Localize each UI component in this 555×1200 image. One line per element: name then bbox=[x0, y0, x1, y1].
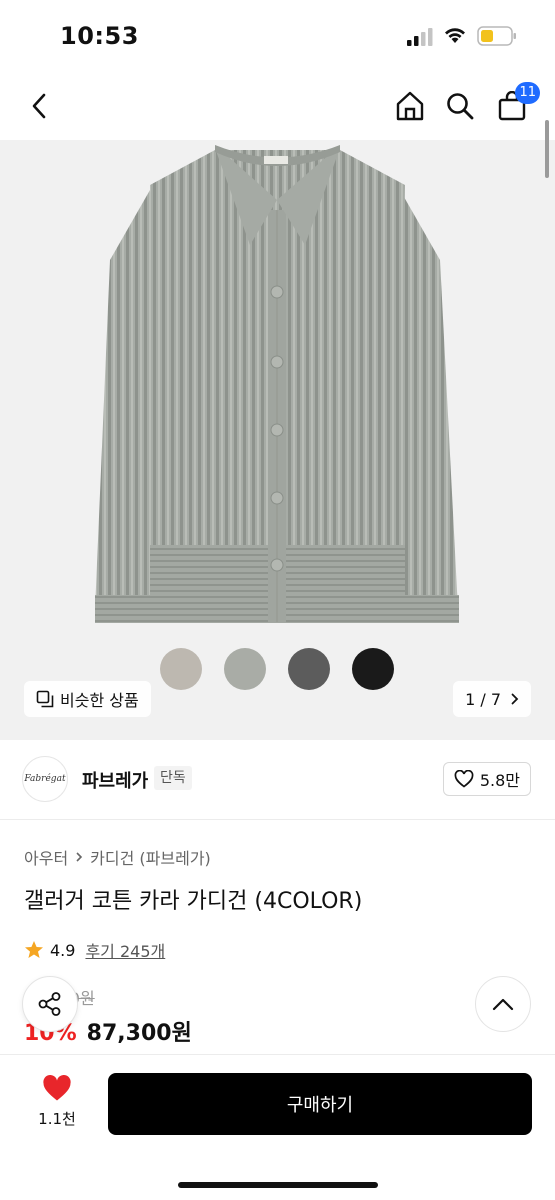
heart-outline-icon bbox=[454, 770, 474, 788]
back-button[interactable] bbox=[20, 86, 60, 126]
color-swatch-black[interactable] bbox=[352, 648, 394, 690]
breadcrumb-item[interactable]: 아우터 bbox=[24, 845, 68, 869]
wishlist-count: 1.1천 bbox=[38, 1110, 76, 1128]
color-swatch-beige[interactable] bbox=[160, 648, 202, 690]
search-button[interactable] bbox=[440, 86, 480, 126]
exclusive-badge: 단독 bbox=[154, 766, 192, 790]
pager-label: 1 / 7 bbox=[465, 689, 501, 709]
purchase-bar: 1.1천 구매하기 bbox=[0, 1054, 555, 1200]
status-bar: 10:53 bbox=[0, 0, 555, 72]
home-indicator bbox=[178, 1182, 378, 1188]
product-image-carousel[interactable]: 비슷한 상품 1 / 7 bbox=[0, 140, 555, 740]
image-pager[interactable]: 1 / 7 bbox=[453, 681, 531, 717]
cart-button[interactable]: 11 bbox=[492, 82, 540, 126]
star-icon bbox=[25, 941, 43, 958]
color-swatch-charcoal[interactable] bbox=[288, 648, 330, 690]
breadcrumb-item[interactable]: 카디건 (파브레가) bbox=[90, 845, 211, 869]
status-time: 10:53 bbox=[60, 22, 139, 50]
chevron-left-icon bbox=[32, 93, 46, 119]
wifi-icon bbox=[445, 28, 465, 43]
rating-row: 4.9 후기 245개 bbox=[24, 938, 165, 962]
rating-score: 4.9 bbox=[50, 940, 76, 960]
brand-like-button[interactable]: 5.8만 bbox=[442, 762, 531, 796]
review-count-link[interactable]: 후기 245개 bbox=[85, 938, 165, 962]
scrollbar[interactable] bbox=[545, 120, 549, 178]
buy-button[interactable]: 구매하기 bbox=[108, 1073, 532, 1135]
brand-name[interactable]: 파브레가 bbox=[82, 767, 148, 793]
share-button[interactable] bbox=[22, 976, 78, 1032]
copy-icon bbox=[36, 690, 54, 708]
brand-logo-text: Fabrégat bbox=[24, 774, 66, 784]
chevron-right-icon bbox=[76, 852, 83, 862]
scroll-top-button[interactable] bbox=[475, 976, 531, 1032]
cellular-signal-icon bbox=[407, 28, 433, 46]
battery-icon bbox=[477, 26, 516, 46]
share-icon bbox=[38, 992, 61, 1016]
similar-products-button[interactable]: 비슷한 상품 bbox=[24, 681, 151, 717]
product-title: 갤러거 코튼 카라 가디건 (4COLOR) bbox=[24, 889, 363, 914]
home-button[interactable] bbox=[390, 86, 430, 126]
brand-logo[interactable]: Fabrégat bbox=[22, 756, 68, 802]
heart-filled-icon bbox=[43, 1075, 71, 1101]
nav-bar: 11 bbox=[0, 72, 555, 140]
chevron-up-icon bbox=[492, 998, 514, 1011]
cart-count-badge: 11 bbox=[515, 82, 540, 104]
sale-price: 87,300원 bbox=[86, 1021, 192, 1046]
brand-like-count: 5.8만 bbox=[479, 771, 520, 790]
chevron-right-icon bbox=[511, 693, 519, 705]
brand-row: Fabrégat 파브레가 단독 5.8만 bbox=[0, 740, 555, 820]
wishlist-button[interactable]: 1.1천 bbox=[28, 1075, 86, 1129]
home-icon bbox=[396, 91, 424, 121]
color-swatch-gray[interactable] bbox=[224, 648, 266, 690]
search-icon bbox=[447, 93, 474, 120]
similar-products-label: 비슷한 상품 bbox=[60, 691, 139, 710]
breadcrumb: 아우터 카디건 (파브레가) bbox=[24, 845, 211, 869]
